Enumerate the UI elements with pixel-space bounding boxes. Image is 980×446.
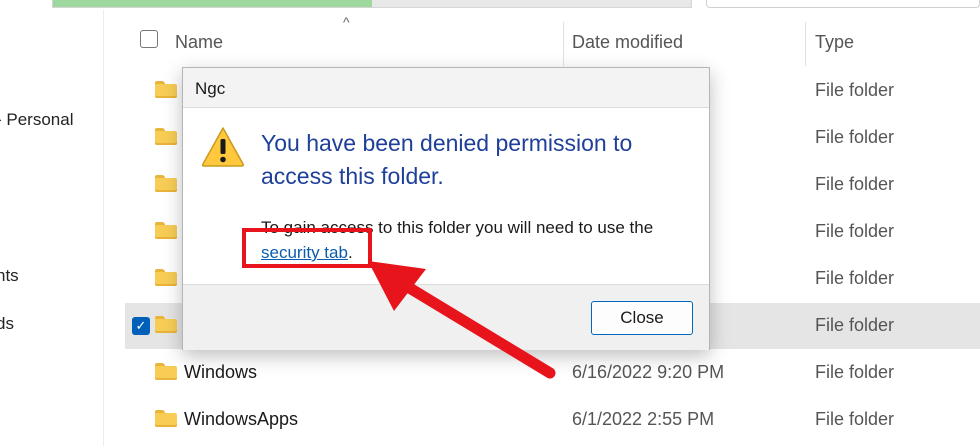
address-bar[interactable] xyxy=(52,0,692,8)
row-type: File folder xyxy=(815,409,895,429)
row-type: File folder xyxy=(815,127,895,147)
row-name: Windows xyxy=(184,362,258,382)
column-header-type[interactable]: Type xyxy=(815,32,854,53)
pane-divider xyxy=(103,10,104,446)
row-type: File folder xyxy=(815,174,895,194)
dialog-title: Ngc xyxy=(195,79,226,98)
row-date: 6/1/2022 2:55 PM xyxy=(572,409,715,429)
nav-item-downloads[interactable]: ds xyxy=(0,314,14,334)
row-type: File folder xyxy=(815,221,895,241)
folder-icon xyxy=(155,175,177,192)
row-date: 6/16/2022 9:20 PM xyxy=(572,362,725,382)
top-toolbar xyxy=(0,0,980,10)
folder-icon xyxy=(155,363,177,380)
search-box[interactable] xyxy=(706,0,980,8)
column-header-name[interactable]: Name xyxy=(175,32,223,53)
row-name: WindowsApps xyxy=(184,409,299,429)
folder-icon xyxy=(155,410,177,427)
column-separator[interactable] xyxy=(805,22,806,66)
annotation-highlight-box xyxy=(242,228,372,268)
table-row[interactable]: WindowsApps 6/1/2022 2:55 PM File folder xyxy=(125,397,980,443)
dialog-heading: You have been denied permission to acces… xyxy=(261,130,633,189)
column-header-date-modified[interactable]: Date modified xyxy=(572,32,683,53)
nav-item-personal[interactable]: - Personal xyxy=(0,110,73,130)
close-button[interactable]: Close xyxy=(591,301,693,335)
column-separator[interactable] xyxy=(563,22,564,66)
folder-icon xyxy=(155,269,177,286)
select-all-checkbox[interactable] xyxy=(140,30,158,48)
checkbox-icon[interactable]: ✓ xyxy=(132,317,150,335)
dialog-titlebar[interactable]: Ngc xyxy=(183,68,709,108)
row-type: File folder xyxy=(815,362,895,382)
sort-ascending-icon: ^ xyxy=(343,14,350,30)
row-type: File folder xyxy=(815,268,895,288)
address-progress-fill xyxy=(53,0,372,7)
nav-item-documents[interactable]: nts xyxy=(0,266,19,286)
navigation-pane: - Personal nts ds xyxy=(0,10,104,446)
folder-icon xyxy=(155,316,177,333)
row-type: File folder xyxy=(815,315,895,335)
folder-icon xyxy=(155,81,177,98)
folder-icon xyxy=(155,128,177,145)
folder-icon xyxy=(155,222,177,239)
annotation-arrow-icon xyxy=(368,261,556,379)
warning-icon xyxy=(201,127,245,167)
row-type: File folder xyxy=(815,80,895,100)
